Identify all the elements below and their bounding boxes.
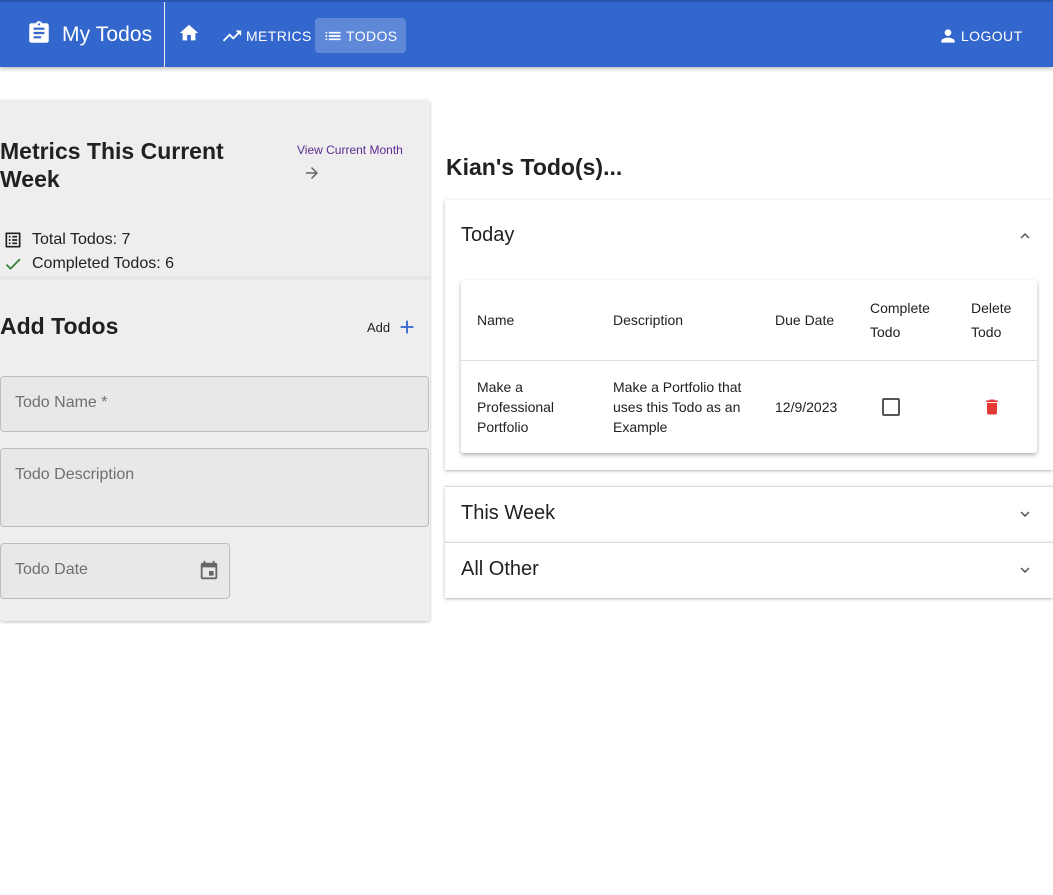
completed-todos-text: Completed Todos: 6 xyxy=(32,255,175,272)
nav-todos-button[interactable]: TODOS xyxy=(315,18,406,53)
cell-due-date: 12/9/2023 xyxy=(775,399,838,415)
nav-todos-label: TODOS xyxy=(346,27,398,44)
brand[interactable]: My Todos xyxy=(26,19,152,51)
check-icon xyxy=(5,258,21,270)
table-divider xyxy=(461,360,1037,361)
cell-description: Make a Portfolio that uses this Todo as … xyxy=(613,379,742,435)
header-name: Name xyxy=(477,312,515,328)
accordion-all-other[interactable]: All Other xyxy=(445,542,1053,598)
home-icon xyxy=(178,22,200,49)
trending-up-icon xyxy=(222,30,242,41)
accordion-this-week-title[interactable]: This Week xyxy=(461,502,555,525)
appbar-divider xyxy=(164,2,165,67)
clipboard-icon xyxy=(26,19,52,52)
app-title: My Todos xyxy=(62,23,153,46)
view-current-month-link[interactable]: View Current Month xyxy=(297,143,403,157)
chevron-up-icon[interactable] xyxy=(1016,227,1034,250)
section-divider xyxy=(0,276,430,278)
person-icon xyxy=(941,28,955,43)
header-delete: Delete Todo xyxy=(971,300,1012,340)
cell-name: Make a Professional Portfolio xyxy=(477,379,555,435)
complete-checkbox[interactable] xyxy=(882,398,900,416)
add-button[interactable]: Add xyxy=(367,316,418,338)
todos-table: Name Description Due Date Complete Todo … xyxy=(461,280,1037,453)
todo-date-field[interactable]: Todo Date xyxy=(0,543,230,599)
header-complete: Complete Todo xyxy=(870,300,930,340)
todo-description-field[interactable]: Todo Description xyxy=(0,448,429,527)
delete-icon[interactable] xyxy=(982,395,1002,424)
todo-description-label: Todo Description xyxy=(15,466,135,483)
list-icon xyxy=(325,31,341,40)
header-description: Description xyxy=(613,312,684,328)
nav-metrics-button[interactable]: METRICS xyxy=(213,18,320,53)
chevron-down-icon[interactable] xyxy=(1016,505,1034,528)
accordion-today-title[interactable]: Today xyxy=(461,224,514,247)
metric-completed-todos: Completed Todos: 6 xyxy=(3,254,174,274)
list-alt-icon xyxy=(5,232,21,248)
metrics-title: Metrics This Current Week xyxy=(0,138,224,192)
calendar-icon[interactable] xyxy=(198,560,220,587)
arrow-forward-icon[interactable] xyxy=(303,164,321,187)
todos-heading: Kian's Todo(s)... xyxy=(446,154,623,180)
todo-date-label: Todo Date xyxy=(15,561,88,578)
todo-name-field[interactable]: Todo Name * xyxy=(0,376,429,432)
nav-metrics-label: METRICS xyxy=(246,27,312,44)
plus-icon xyxy=(400,320,414,334)
accordion-today: Today Name Description Due Date Complete… xyxy=(445,200,1053,470)
left-panel: Metrics This Current Week View Current M… xyxy=(0,100,430,621)
chevron-down-icon[interactable] xyxy=(1016,561,1034,584)
logout-label: LOGOUT xyxy=(961,27,1023,44)
home-button[interactable] xyxy=(175,20,203,50)
todo-name-label: Todo Name * xyxy=(15,394,108,411)
accordion-all-other-title[interactable]: All Other xyxy=(461,558,539,581)
add-todos-title: Add Todos xyxy=(0,313,119,339)
logout-button[interactable]: LOGOUT xyxy=(930,18,1031,53)
app-bar: My Todos METRICS TODOS LOGOUT xyxy=(0,0,1053,67)
total-todos-text: Total Todos: 7 xyxy=(32,231,131,248)
header-due-date: Due Date xyxy=(775,312,835,328)
metric-total-todos: Total Todos: 7 xyxy=(3,230,130,250)
accordion-this-week[interactable]: This Week xyxy=(445,486,1053,542)
add-label: Add xyxy=(367,319,391,335)
